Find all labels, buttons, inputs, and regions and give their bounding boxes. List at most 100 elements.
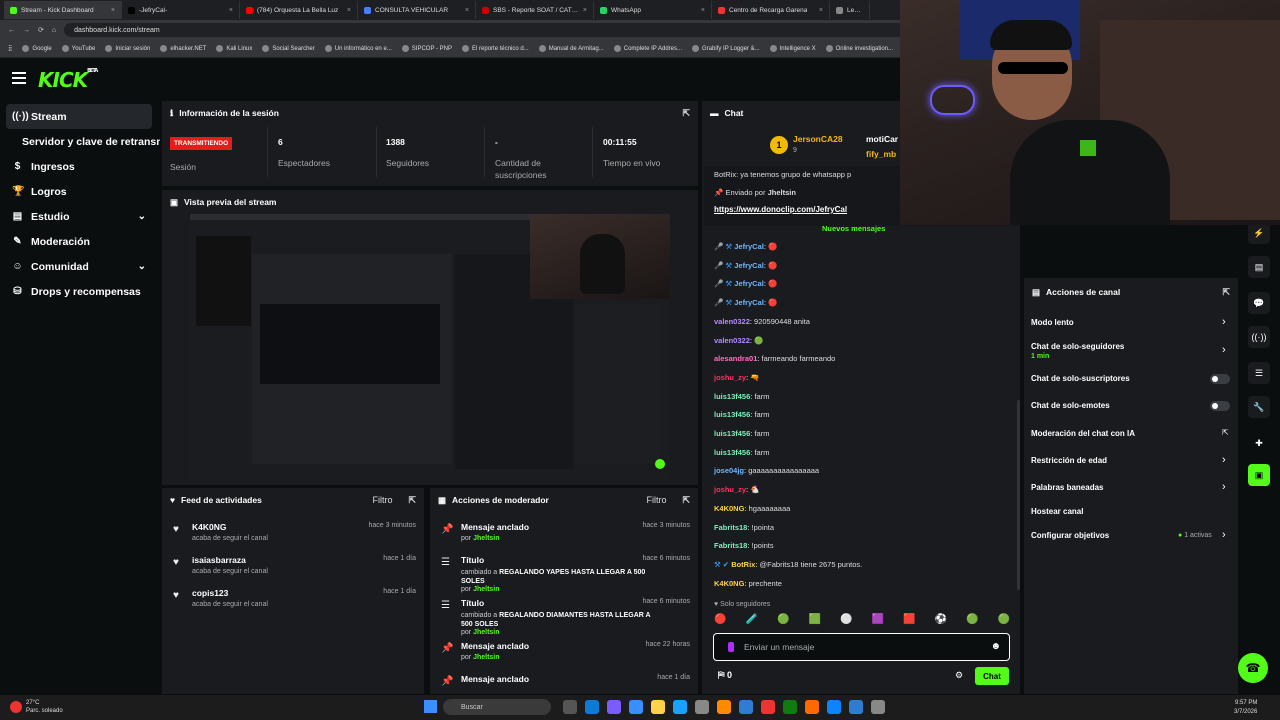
sidebar-item[interactable]: ⛁ Drops y recompensas <box>0 279 160 304</box>
back-icon[interactable]: ← <box>8 27 15 34</box>
bookmark-item[interactable]: Grabify IP Logger &... <box>692 45 760 52</box>
chat-icon[interactable]: 💬 <box>1248 292 1270 314</box>
address-bar[interactable]: dashboard.kick.com/stream <box>64 23 945 37</box>
bookmark-item[interactable]: elhacker.NET <box>160 45 206 52</box>
channel-action-item[interactable]: Hostear canal <box>1031 507 1083 516</box>
chevron-right-icon[interactable]: › <box>1222 344 1226 356</box>
pinned-link[interactable]: https://www.donoclip.com/JefryCal <box>714 205 847 214</box>
lightning-icon[interactable]: ⚡ <box>1248 222 1270 244</box>
emote-bar[interactable]: 🔴 🧪 🟢 🟩 ⚪ 🟪 🟥 ⚽ 🟢 🟢 <box>714 614 1010 630</box>
chat-username[interactable]: JefryCal <box>734 261 764 270</box>
clock[interactable]: 9:57 PM 3/7/2026 <box>1234 699 1257 717</box>
taskbar-app-icon[interactable] <box>827 700 841 714</box>
taskbar-app-icon[interactable] <box>695 700 709 714</box>
browser-tab[interactable]: CONSULTA VEHICULAR × <box>358 1 476 19</box>
chat-username[interactable]: alesandra01 <box>714 354 757 363</box>
close-tab-icon[interactable]: × <box>465 7 469 14</box>
broadcast-icon[interactable]: ((·)) <box>1248 326 1270 348</box>
chat-scrollbar[interactable] <box>1017 400 1020 590</box>
forward-icon[interactable]: → <box>23 27 30 34</box>
channel-action-item[interactable]: Chat de solo-emotes <box>1031 401 1110 410</box>
chat-username[interactable]: BotRix <box>731 560 755 569</box>
close-tab-icon[interactable]: × <box>583 7 587 14</box>
taskbar-app-icon[interactable] <box>783 700 797 714</box>
popout-icon[interactable]: ⇱ <box>408 495 416 506</box>
gift-counter[interactable]: ⛿ 0 <box>718 670 732 681</box>
apps-icon[interactable]: ⣿ <box>8 45 12 52</box>
browser-tab[interactable]: Lealtad | El r <box>830 1 870 19</box>
chat-username[interactable]: JefryCal <box>734 242 764 251</box>
bookmark-item[interactable]: El reporte técnico d... <box>462 45 529 52</box>
weather-widget[interactable]: 27°C Parc. soleado <box>26 699 63 715</box>
chevron-right-icon[interactable]: › <box>1222 454 1226 466</box>
chat-username[interactable]: luis13f456 <box>714 429 750 438</box>
windows-start-icon[interactable] <box>424 700 437 713</box>
bookmark-item[interactable]: Kali Linux <box>216 45 252 52</box>
popout-icon[interactable]: ⇱ <box>682 108 690 119</box>
sidebar-item[interactable]: Servidor y clave de retransmisión <box>0 129 160 154</box>
stack-icon[interactable]: ☰ <box>1248 362 1270 384</box>
taskbar-app-icon[interactable] <box>805 700 819 714</box>
close-tab-icon[interactable]: × <box>229 7 233 14</box>
browser-tab[interactable]: SBS - Reporte SOAT / CAT y Se × <box>476 1 594 19</box>
taskbar-app-icon[interactable] <box>761 700 775 714</box>
chat-username[interactable]: joshu_zy <box>714 373 746 382</box>
bookmark-item[interactable]: YouTube <box>61 45 95 52</box>
top-gifter-name[interactable]: motiCar <box>866 134 898 144</box>
chat-username[interactable]: valen0322 <box>714 317 750 326</box>
browser-tab[interactable]: Centro de Recarga Garena × <box>712 1 830 19</box>
close-tab-icon[interactable]: × <box>701 7 705 14</box>
sidebar-item[interactable]: $ Ingresos <box>0 154 160 179</box>
bookmark-item[interactable]: Online investigation... <box>825 45 893 52</box>
channel-action-item[interactable]: Configurar objetivos <box>1031 531 1109 540</box>
bookmark-item[interactable]: Social Searcher <box>262 45 315 52</box>
new-messages-divider[interactable]: Nuevos mensajes <box>822 224 885 233</box>
toggle-switch[interactable] <box>1210 401 1230 411</box>
top-gifter-name[interactable]: JersonCA28 <box>793 134 843 144</box>
chevron-right-icon[interactable]: › <box>1222 481 1226 493</box>
taskbar-app-icon[interactable] <box>871 700 885 714</box>
kick-logo[interactable]: KICKBETA <box>38 68 98 92</box>
gear-icon[interactable]: ⚙ <box>955 670 963 681</box>
popout-icon[interactable]: ⇱ <box>682 495 690 506</box>
channel-action-item[interactable]: Chat de solo-seguidores 1 min <box>1031 342 1124 360</box>
close-tab-icon[interactable]: × <box>819 7 823 14</box>
top-gifter-name[interactable]: fify_mb <box>866 149 896 159</box>
bookmark-item[interactable]: Manual de Armitag... <box>538 45 604 52</box>
taskbar-app-icon[interactable] <box>629 700 643 714</box>
bookmark-item[interactable]: Intelligence X <box>769 45 816 52</box>
channel-action-item[interactable]: Chat de solo-suscriptores <box>1031 374 1130 383</box>
taskbar-app-icon[interactable] <box>607 700 621 714</box>
share-icon[interactable]: ✚ <box>1248 432 1270 454</box>
filter-button[interactable]: Filtro <box>372 495 392 505</box>
chevron-down-icon[interactable]: ⌄ <box>138 211 146 222</box>
browser-tab[interactable]: WhatsApp × <box>594 1 712 19</box>
document-icon[interactable]: ▤ <box>1248 256 1270 278</box>
chat-username[interactable]: luis13f456 <box>714 392 750 401</box>
emoji-icon[interactable]: ☻ <box>990 641 1001 652</box>
taskbar-app-icon[interactable] <box>585 700 599 714</box>
chat-input[interactable]: Enviar un mensaje ☻ <box>713 633 1010 661</box>
chat-username[interactable]: K4K0NG <box>714 504 744 513</box>
chat-username[interactable]: luis13f456 <box>714 448 750 457</box>
stream-preview-video[interactable] <box>190 214 670 484</box>
toggle-switch[interactable] <box>1210 374 1230 384</box>
support-icon[interactable]: ☎ <box>1238 653 1268 683</box>
browser-tab[interactable]: Stream - Kick Dashboard × <box>4 1 122 19</box>
chevron-down-icon[interactable]: ⌄ <box>138 261 146 272</box>
bookmark-item[interactable]: Complete IP Addres... <box>613 45 682 52</box>
home-icon[interactable]: ⌂ <box>52 27 56 34</box>
chat-username[interactable]: luis13f456 <box>714 410 750 419</box>
sidebar-item[interactable]: ((·)) Stream <box>6 104 152 129</box>
channel-action-item[interactable]: Restricción de edad <box>1031 456 1107 465</box>
taskbar-app-icon[interactable] <box>739 700 753 714</box>
channel-action-item[interactable]: Moderación del chat con IA <box>1031 429 1135 438</box>
send-chat-button[interactable]: Chat <box>975 667 1009 685</box>
reload-icon[interactable]: ⟳ <box>38 26 44 34</box>
sidebar-item[interactable]: ☺ Comunidad ⌄ <box>0 254 160 279</box>
wrench-icon[interactable]: 🔧 <box>1248 396 1270 418</box>
bookmark-item[interactable]: SIPCOP - PNP <box>401 45 452 52</box>
channel-action-item[interactable]: Palabras baneadas <box>1031 483 1103 492</box>
menu-icon[interactable] <box>12 72 26 84</box>
close-tab-icon[interactable]: × <box>111 7 115 14</box>
